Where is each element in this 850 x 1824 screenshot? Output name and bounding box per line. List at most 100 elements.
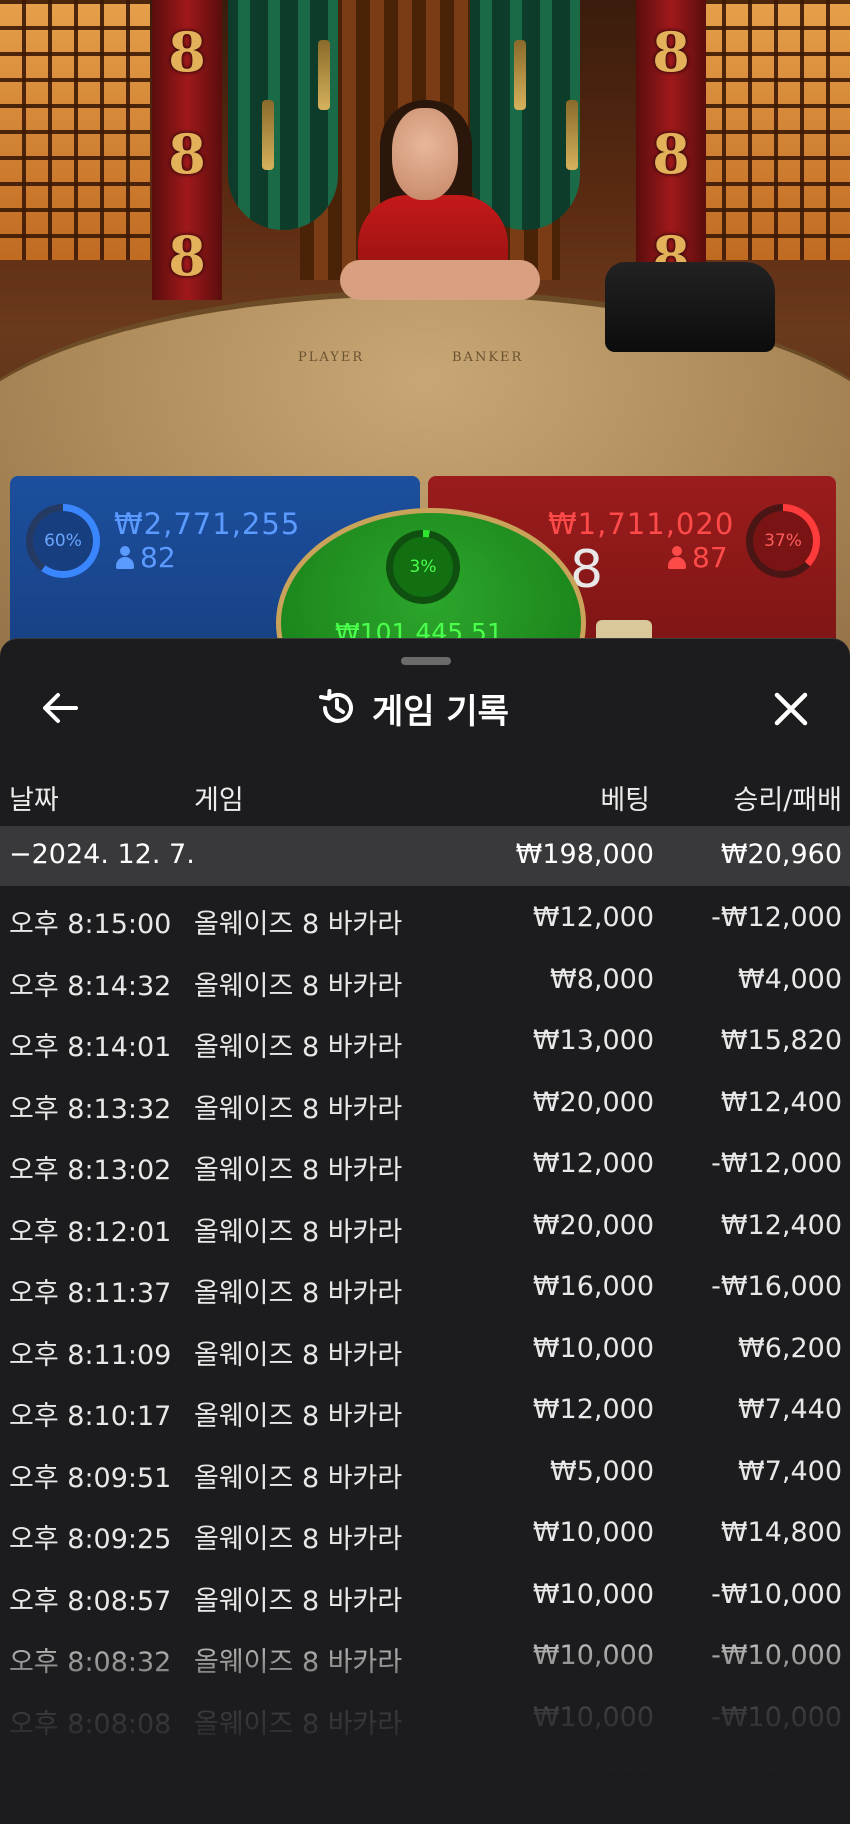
row-result: -₩16,000 — [711, 1271, 842, 1302]
player-bettor-count: 82 — [116, 541, 176, 574]
curtain-right — [470, 0, 580, 230]
player-total-amount: ₩2,771,255 — [114, 507, 301, 541]
history-row[interactable]: 오후 8:15:00 올웨이즈 8 바카라 ₩12,000 -₩12,000 — [0, 886, 850, 948]
pillar-eight-ornament: 8 — [652, 20, 690, 84]
row-game: 올웨이즈 8 바카라 — [194, 1770, 403, 1801]
row-time: 오후 8:12:01 — [9, 1216, 172, 1248]
player-percent-ring: 60% — [26, 504, 100, 578]
row-time: 오후 8:09:51 — [9, 1462, 172, 1494]
sheet-title: 게임 기록 — [372, 691, 509, 732]
row-time: 오후 8:08:32 — [9, 1647, 172, 1678]
banker-percent-ring: 37% — [746, 504, 820, 578]
column-header-result[interactable]: 승리/패배 — [734, 778, 842, 817]
row-result: ₩12,400 — [720, 1086, 842, 1118]
history-row[interactable]: 오후 8:08:57 올웨이즈 8 바카라 ₩10,000 -₩10,000 — [0, 1563, 850, 1625]
person-icon — [668, 545, 686, 570]
tassel — [262, 100, 274, 170]
lattice-panel-right — [700, 0, 850, 260]
row-result: ₩4,000 — [738, 963, 842, 995]
row-time: 오후 8:08:08 — [9, 1708, 172, 1740]
history-row[interactable]: 오후 8:11:37 올웨이즈 8 바카라 ₩16,000 -₩16,000 — [0, 1255, 850, 1317]
row-time: 오후 8:11:09 — [9, 1339, 172, 1371]
column-header-bet[interactable]: 베팅 — [600, 778, 650, 817]
row-result: ₩14,800 — [720, 1517, 842, 1548]
person-icon — [116, 545, 134, 570]
tassel — [566, 100, 578, 170]
row-bet: ₩12,000 — [532, 1394, 654, 1425]
history-row[interactable]: 오후 8:14:32 올웨이즈 8 바카라 ₩8,000 ₩4,000 — [0, 948, 850, 1010]
row-game: 올웨이즈 8 바카라 — [194, 1278, 403, 1309]
row-game: 올웨이즈 8 바카라 — [194, 1032, 403, 1063]
history-row[interactable]: 오후 8:11:09 올웨이즈 8 바카라 ₩10,000 ₩6,200 — [0, 1317, 850, 1379]
row-game: 올웨이즈 8 바카라 — [194, 909, 403, 940]
date-summary-row[interactable]: −2024. 12. 7. ₩198,000 ₩20,960 — [0, 826, 850, 886]
row-result: ₩6,200 — [738, 1332, 842, 1364]
row-time: 오후 8:10:17 — [9, 1401, 172, 1432]
row-game: 올웨이즈 8 바카라 — [194, 970, 403, 1002]
column-header-game[interactable]: 게임 — [194, 778, 244, 817]
row-game: 올웨이즈 8 바카라 — [194, 1339, 403, 1371]
row-game: 올웨이즈 8 바카라 — [194, 1585, 403, 1617]
close-icon[interactable] — [770, 688, 812, 730]
row-bet: ₩10,000 — [532, 1701, 654, 1733]
row-game: 올웨이즈 8 바카라 — [194, 1401, 403, 1432]
history-row[interactable]: 오후 8:08:08 올웨이즈 8 바카라 ₩10,000 -₩10,000 — [0, 1686, 850, 1748]
player-percent: 60% — [33, 511, 93, 571]
history-row[interactable]: 오후 8:13:02 올웨이즈 8 바카라 ₩12,000 -₩12,000 — [0, 1132, 850, 1194]
row-game: 올웨이즈 8 바카라 — [194, 1647, 403, 1678]
row-result: ₩7,440 — [738, 1394, 842, 1425]
banker-count-value: 87 — [692, 541, 728, 574]
row-result: -₩10,000 — [711, 1578, 842, 1610]
row-time: 오후 8:07:43 — [9, 1770, 172, 1801]
history-row[interactable]: 오후 8:10:17 올웨이즈 8 바카라 ₩12,000 ₩7,440 — [0, 1378, 850, 1440]
history-icon — [319, 689, 353, 723]
history-row[interactable]: 오후 8:07:43 올웨이즈 8 바카라 ₩5,000 ₩5,000 — [0, 1747, 850, 1809]
row-result: -₩12,000 — [711, 902, 842, 933]
table-label-banker: BANKER — [452, 350, 524, 365]
tie-percent-ring: 3% — [386, 530, 460, 604]
card-shoe — [605, 262, 775, 352]
tie-percent: 3% — [393, 537, 453, 597]
row-time: 오후 8:14:01 — [9, 1032, 172, 1063]
summary-bet-total: ₩198,000 — [515, 839, 654, 870]
pillar-eight-ornament: 8 — [168, 224, 206, 288]
row-result: ₩15,820 — [720, 1025, 842, 1056]
curtain-left — [228, 0, 338, 230]
row-time: 오후 8:13:02 — [9, 1155, 172, 1186]
pillar-eight-ornament: 8 — [168, 122, 206, 186]
row-game: 올웨이즈 8 바카라 — [194, 1708, 403, 1740]
row-bet: ₩5,000 — [550, 1763, 654, 1794]
history-row[interactable]: 오후 8:12:01 올웨이즈 8 바카라 ₩20,000 ₩12,400 — [0, 1194, 850, 1256]
column-header-date[interactable]: 날짜 — [9, 778, 59, 817]
arrow-left-icon[interactable] — [40, 690, 80, 726]
history-row[interactable]: 오후 8:13:32 올웨이즈 8 바카라 ₩20,000 ₩12,400 — [0, 1071, 850, 1133]
row-game: 올웨이즈 8 바카라 — [194, 1155, 403, 1186]
banker-total-amount: ₩1,711,020 — [548, 507, 735, 541]
history-row[interactable]: 오후 8:09:51 올웨이즈 8 바카라 ₩5,000 ₩7,400 — [0, 1440, 850, 1502]
summary-result-total: ₩20,960 — [720, 839, 842, 870]
row-game: 올웨이즈 8 바카라 — [194, 1093, 403, 1125]
row-bet: ₩12,000 — [532, 902, 654, 933]
sheet-drag-handle[interactable] — [401, 657, 451, 665]
row-bet: ₩10,000 — [532, 1578, 654, 1610]
history-row[interactable]: 오후 8:08:32 올웨이즈 8 바카라 ₩10,000 -₩10,000 — [0, 1624, 850, 1686]
row-time: 오후 8:08:57 — [9, 1585, 172, 1617]
row-result: ₩12,400 — [720, 1209, 842, 1241]
row-result: -₩12,000 — [711, 1148, 842, 1179]
row-bet: ₩13,000 — [532, 1025, 654, 1056]
row-bet: ₩12,000 — [532, 1148, 654, 1179]
row-bet: ₩8,000 — [550, 963, 654, 995]
player-count-value: 82 — [140, 541, 176, 574]
row-bet: ₩16,000 — [532, 1271, 654, 1302]
row-bet: ₩10,000 — [532, 1640, 654, 1671]
row-bet: ₩20,000 — [532, 1209, 654, 1241]
history-row[interactable]: 오후 8:14:01 올웨이즈 8 바카라 ₩13,000 ₩15,820 — [0, 1009, 850, 1071]
row-time: 오후 8:09:25 — [9, 1524, 172, 1555]
history-row[interactable]: 오후 8:09:25 올웨이즈 8 바카라 ₩10,000 ₩14,800 — [0, 1501, 850, 1563]
row-result: -₩10,000 — [711, 1640, 842, 1671]
row-time: 오후 8:13:32 — [9, 1093, 172, 1125]
lattice-panel-left — [0, 0, 150, 260]
row-result: ₩5,000 — [738, 1763, 842, 1794]
row-bet: ₩20,000 — [532, 1086, 654, 1118]
row-game: 올웨이즈 8 바카라 — [194, 1216, 403, 1248]
